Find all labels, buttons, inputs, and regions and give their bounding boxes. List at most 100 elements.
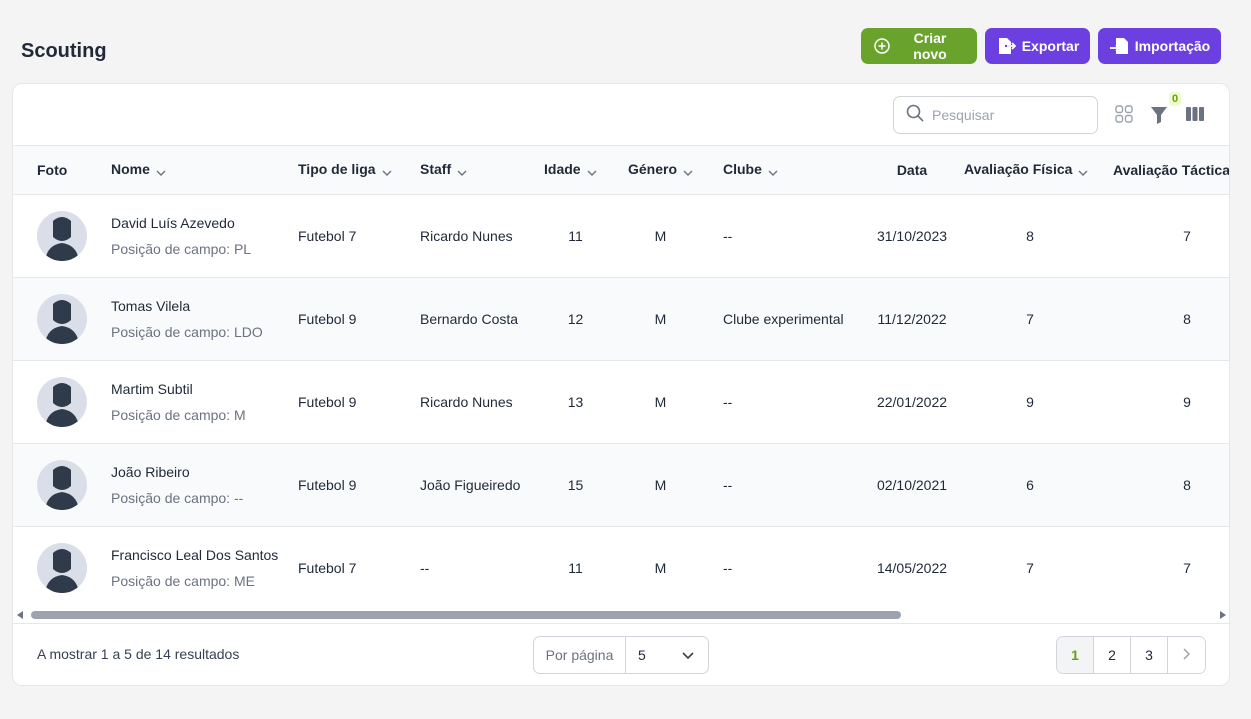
table-row[interactable]: Francisco Leal Dos Santos Posição de camp…: [13, 527, 1229, 608]
header-data[interactable]: Data: [860, 146, 964, 195]
avatar: [37, 377, 87, 427]
search-box[interactable]: [893, 96, 1098, 134]
player-name[interactable]: João Ribeiro: [111, 464, 298, 480]
header-avaliacao-fisica[interactable]: Avaliação Física: [964, 146, 1113, 195]
table-toolbar: 0: [13, 92, 1229, 134]
export-button[interactable]: Exportar: [985, 28, 1090, 64]
page-2-button[interactable]: 2: [1094, 637, 1131, 673]
date-cell: 31/10/2023: [876, 228, 948, 244]
tactical-rating-cell: 9: [1183, 394, 1191, 410]
header-clube[interactable]: Clube: [723, 146, 860, 195]
physical-rating-cell: 8: [1026, 228, 1034, 244]
staff-cell: Bernardo Costa: [420, 311, 519, 327]
date-cell: 11/12/2022: [877, 311, 947, 327]
chevron-down-icon: [587, 163, 597, 179]
age-cell: 13: [567, 394, 584, 410]
header-foto: Foto: [37, 162, 68, 178]
chevron-down-icon: [382, 163, 392, 179]
scroll-left-icon[interactable]: [17, 611, 23, 619]
staff-cell: João Figueiredo: [420, 477, 521, 493]
filter-icon[interactable]: [1150, 105, 1168, 130]
scouting-table-container[interactable]: Foto Nome Tipo de liga Staff Idade Géner…: [13, 145, 1229, 608]
club-cell: --: [723, 394, 733, 410]
name-cell: Francisco Leal Dos Santos Posição de camp…: [111, 527, 298, 608]
player-position: Posição de campo: --: [111, 490, 244, 506]
player-name[interactable]: Francisco Leal Dos Santos: [111, 547, 298, 563]
scouting-card: 0 Foto Nome Tipo de liga Staff Idade Gén…: [12, 83, 1230, 686]
tactical-rating-cell: 7: [1183, 228, 1191, 244]
chevron-down-icon: [682, 647, 694, 663]
date-cell: 22/01/2022: [876, 394, 948, 410]
import-label: Importação: [1134, 38, 1211, 54]
chevron-down-icon: [156, 163, 166, 179]
header-genero[interactable]: Género: [628, 146, 723, 195]
tactical-rating-cell: 8: [1183, 311, 1191, 327]
create-new-button[interactable]: Criar novo: [861, 28, 977, 64]
avatar: [37, 211, 87, 261]
league-cell: Futebol 7: [298, 228, 357, 244]
player-position: Posição de campo: PL: [111, 241, 252, 257]
scouting-table: Foto Nome Tipo de liga Staff Idade Géner…: [13, 145, 1229, 608]
table-header-row: Foto Nome Tipo de liga Staff Idade Géner…: [13, 145, 1229, 195]
player-name[interactable]: Martim Subtil: [111, 381, 298, 397]
page-1-button[interactable]: 1: [1057, 637, 1094, 673]
physical-rating-cell: 9: [1026, 394, 1034, 410]
next-page-button[interactable]: [1168, 637, 1205, 673]
photo-cell: [13, 527, 111, 608]
physical-rating-cell: 7: [1026, 311, 1034, 327]
horizontal-scrollbar[interactable]: [13, 607, 1229, 623]
player-position: Posição de campo: M: [111, 407, 246, 423]
table-row[interactable]: João Ribeiro Posição de campo: -- Futebol …: [13, 443, 1229, 527]
per-page-select[interactable]: Por página 5: [533, 636, 709, 674]
per-page-label: Por página: [534, 637, 626, 673]
staff-cell: --: [420, 560, 430, 576]
age-cell: 11: [568, 228, 583, 244]
table-body: David Luís Azevedo Posição de campo: PL Fu…: [13, 195, 1229, 608]
player-name[interactable]: David Luís Azevedo: [111, 215, 298, 231]
table-row[interactable]: Tomas Vilela Posição de campo: LDO Futebol…: [13, 277, 1229, 361]
league-cell: Futebol 9: [298, 394, 357, 410]
gender-cell: M: [654, 477, 667, 493]
plus-circle-icon: [874, 38, 890, 54]
age-cell: 15: [567, 477, 584, 493]
header-avaliacao-tactica[interactable]: Avaliação Táctica: [1113, 146, 1229, 195]
avatar: [37, 460, 87, 510]
table-row[interactable]: David Luís Azevedo Posição de campo: PL Fu…: [13, 195, 1229, 278]
per-page-value: 5: [638, 647, 646, 663]
chevron-down-icon: [683, 163, 693, 179]
page-title: Scouting: [21, 40, 107, 62]
league-cell: Futebol 9: [298, 311, 357, 327]
per-page-dropdown[interactable]: 5: [626, 637, 708, 673]
club-cell: --: [723, 560, 733, 576]
player-position: Posição de campo: ME: [111, 573, 255, 589]
photo-cell: [13, 361, 111, 444]
page-3-button[interactable]: 3: [1131, 637, 1168, 673]
player-position: Posição de campo: LDO: [111, 324, 263, 340]
grid-view-icon[interactable]: [1115, 105, 1133, 128]
date-cell: 14/05/2022: [876, 560, 948, 576]
player-name[interactable]: Tomas Vilela: [111, 298, 298, 314]
physical-rating-cell: 6: [1026, 477, 1034, 493]
league-cell: Futebol 9: [298, 477, 357, 493]
filter-count-badge: 0: [1169, 92, 1182, 106]
scroll-right-icon[interactable]: [1220, 611, 1226, 619]
physical-rating-cell: 7: [1026, 560, 1034, 576]
photo-cell: [13, 444, 111, 527]
search-icon: [906, 104, 924, 127]
import-button[interactable]: Importação: [1098, 28, 1221, 64]
header-idade[interactable]: Idade: [544, 146, 628, 195]
photo-cell: [13, 195, 111, 278]
age-cell: 12: [567, 311, 584, 327]
table-row[interactable]: Martim Subtil Posição de campo: M Futebol …: [13, 361, 1229, 444]
search-input[interactable]: [932, 107, 1082, 123]
header-nome[interactable]: Nome: [111, 146, 298, 195]
header-tipo-liga[interactable]: Tipo de liga: [298, 146, 420, 195]
chevron-down-icon: [768, 163, 778, 179]
header-actions: Criar novo Exportar Importação: [861, 28, 1221, 64]
header-staff[interactable]: Staff: [420, 146, 544, 195]
columns-icon[interactable]: [1185, 105, 1205, 128]
scrollbar-thumb[interactable]: [31, 611, 901, 619]
tactical-rating-cell: 8: [1183, 477, 1191, 493]
league-cell: Futebol 7: [298, 560, 357, 576]
photo-cell: [13, 278, 111, 361]
